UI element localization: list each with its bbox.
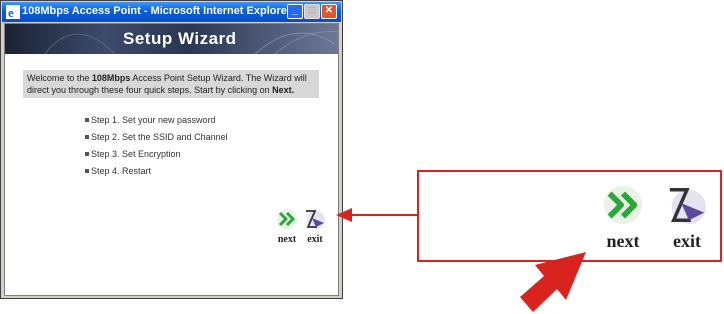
annotation-overlay — [336, 208, 586, 312]
pointer-arrow-icon — [520, 252, 586, 312]
connector-arrowhead-icon — [336, 208, 352, 222]
